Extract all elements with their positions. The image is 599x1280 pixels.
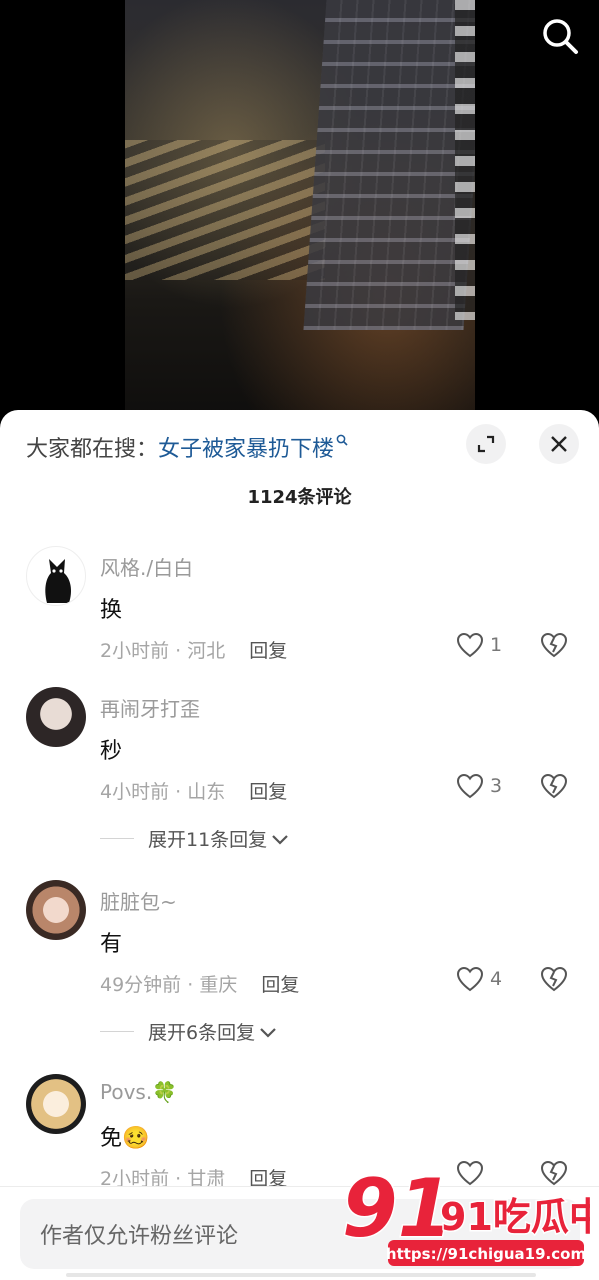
trending-search-prefix: 大家都在搜： <box>26 437 159 462</box>
expand-replies-button[interactable]: 展开6条回复 <box>100 1018 277 1045</box>
video-tower-lights <box>455 0 475 320</box>
comment-input-placeholder: 作者仅允许粉丝评论 <box>40 1224 239 1249</box>
comment-text: 有 <box>100 932 123 957</box>
like-count: 3 <box>490 775 503 797</box>
video-frame <box>125 0 475 430</box>
video-building <box>303 0 475 330</box>
divider <box>100 838 134 839</box>
search-icon <box>543 19 578 54</box>
divider <box>100 1031 134 1032</box>
trending-search-term[interactable]: 女子被家暴扔下楼 <box>158 431 334 463</box>
comment-username[interactable]: 风格./白白 <box>100 552 193 581</box>
broken-heart-icon <box>540 773 568 799</box>
watermark-url: https://91chigua19.com <box>386 1245 586 1263</box>
reply-button[interactable]: 回复 <box>249 781 287 803</box>
comment-meta: 4小时前 · 山东 回复 <box>100 781 288 803</box>
comment-text: 免🥴 <box>100 1126 150 1151</box>
dislike-button[interactable] <box>540 632 568 662</box>
comment-count: 1124条评论 <box>247 487 352 508</box>
broken-heart-icon <box>540 632 568 658</box>
expand-replies-button[interactable]: 展开11条回复 <box>100 825 289 852</box>
expand-replies-label: 展开6条回复 <box>148 1022 256 1044</box>
like-count: 1 <box>490 634 503 656</box>
comment-region: 河北 <box>187 640 226 662</box>
heart-icon <box>456 773 484 799</box>
small-search-icon <box>336 434 348 446</box>
video-player[interactable] <box>0 0 599 430</box>
comment-username[interactable]: Povs.🍀 <box>100 1080 177 1104</box>
comment-text: 秒 <box>100 739 123 764</box>
home-indicator <box>66 1273 536 1277</box>
comments-sheet: 大家都在搜： 女子被家暴扔下楼 1124条评论 风格./白白 换 2小时前 · … <box>0 410 599 1280</box>
expand-sheet-button[interactable] <box>466 424 506 464</box>
comment-region: 重庆 <box>199 974 238 996</box>
black-cat-avatar-icon <box>45 559 72 603</box>
comment-username[interactable]: 脏脏包~ <box>100 886 177 915</box>
avatar[interactable] <box>26 1074 86 1134</box>
expand-replies-label: 展开11条回复 <box>148 829 268 851</box>
like-button[interactable]: 1 <box>456 632 502 658</box>
trending-search[interactable]: 大家都在搜： 女子被家暴扔下楼 <box>26 432 348 462</box>
comment-region: 山东 <box>187 781 226 803</box>
reply-button[interactable]: 回复 <box>249 640 287 662</box>
avatar[interactable] <box>26 687 86 747</box>
reply-button[interactable]: 回复 <box>261 974 299 996</box>
comment-text: 换 <box>100 598 123 623</box>
close-button[interactable] <box>539 424 579 464</box>
watermark-logo: 91 91吃瓜中心 https://91chigua19.com <box>341 1162 590 1266</box>
chevron-down-icon <box>260 1027 276 1038</box>
comment-time: 49分钟前 <box>100 974 182 996</box>
avatar[interactable] <box>26 880 86 940</box>
comment-meta: 49分钟前 · 重庆 回复 <box>100 974 300 996</box>
dislike-button[interactable] <box>540 773 568 803</box>
search-button[interactable] <box>538 14 582 58</box>
heart-icon <box>456 966 484 992</box>
broken-heart-icon <box>540 966 568 992</box>
video-street-scene <box>125 140 325 280</box>
comment-meta: 2小时前 · 河北 回复 <box>100 640 288 662</box>
like-button[interactable]: 4 <box>456 966 502 992</box>
dislike-button[interactable] <box>540 966 568 996</box>
heart-icon <box>456 632 484 658</box>
like-count: 4 <box>490 968 503 990</box>
close-icon <box>551 436 567 452</box>
comment-time: 2小时前 <box>100 640 170 662</box>
watermark-brand: 91吃瓜中心 <box>440 1195 590 1239</box>
avatar[interactable] <box>26 546 86 606</box>
chevron-down-icon <box>272 834 288 845</box>
expand-icon <box>477 435 495 453</box>
like-button[interactable]: 3 <box>456 773 502 799</box>
comment-username[interactable]: 再闹牙打歪 <box>100 693 200 722</box>
comment-time: 4小时前 <box>100 781 170 803</box>
